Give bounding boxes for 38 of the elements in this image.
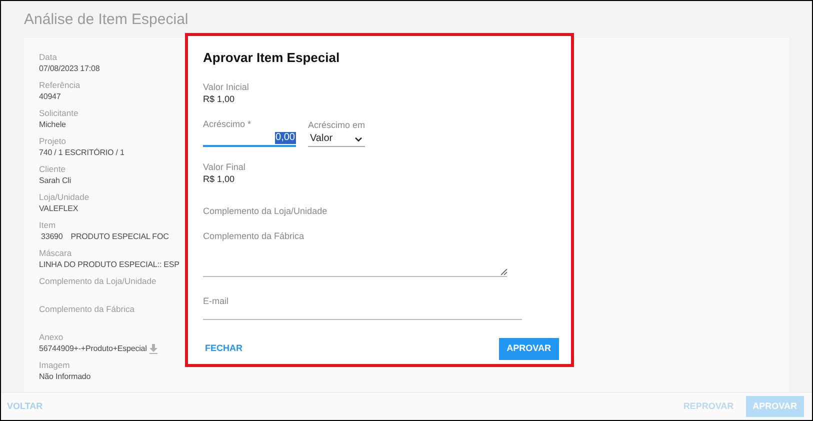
field-value: R$ 1,00 <box>203 93 236 105</box>
resize-handle-icon[interactable] <box>501 269 507 275</box>
field-label: Data <box>39 52 57 63</box>
field-value: Sarah Cli <box>39 175 72 186</box>
field-value: 56744909+-+Produto+Especial <box>39 343 147 354</box>
field-label: Referência <box>39 80 80 91</box>
dialog-title: Aprovar Item Especial <box>203 49 341 67</box>
field-label: Imagem <box>39 360 70 371</box>
field-label: Anexo <box>39 332 64 343</box>
page-title: Análise de Item Especial <box>24 10 188 30</box>
field-value: Não Informado <box>39 371 91 382</box>
field-value: PRODUTO ESPECIAL FOC <box>70 231 169 242</box>
field-label: Cliente <box>39 164 66 175</box>
field-label: Valor Final <box>203 161 246 173</box>
approve-button[interactable]: APROVAR <box>498 338 559 360</box>
email-field[interactable]: E-mail <box>203 295 522 320</box>
field-value: 07/08/2023 17:08 <box>39 63 100 74</box>
factory-note-textarea[interactable]: Complemento da Fábrica <box>203 230 507 277</box>
field-label: Máscara <box>39 248 72 259</box>
field-label: Loja/Unidade <box>39 192 90 203</box>
increase-field[interactable]: Acréscimo * 0,00 <box>203 118 296 147</box>
field-label: Projeto <box>39 136 66 147</box>
field-value: VALEFLEX <box>39 203 78 214</box>
field-value: 740 / 1 ESCRITÓRIO / 1 <box>39 147 124 158</box>
field-label: Complemento da Fábrica <box>39 304 134 315</box>
chevron-down-icon <box>355 136 362 142</box>
field-value: R$ 1,00 <box>203 173 236 185</box>
close-button[interactable]: FECHAR <box>203 342 242 356</box>
field-value: LINHA DO PRODUTO ESPECIAL:: ESP <box>39 259 180 270</box>
increase-type-select[interactable]: Acréscimo em Valor <box>308 119 365 147</box>
field-label: Solicitante <box>39 108 78 119</box>
field-label: Complemento da Loja/Unidade <box>203 205 328 217</box>
field-label: Complemento da Loja/Unidade <box>39 276 156 287</box>
field-value: Michele <box>39 119 66 130</box>
field-value: 33690 <box>40 231 63 242</box>
field-label: Item <box>39 220 56 231</box>
field-label: Valor Inicial <box>203 81 250 93</box>
field-value: 40947 <box>39 91 61 102</box>
